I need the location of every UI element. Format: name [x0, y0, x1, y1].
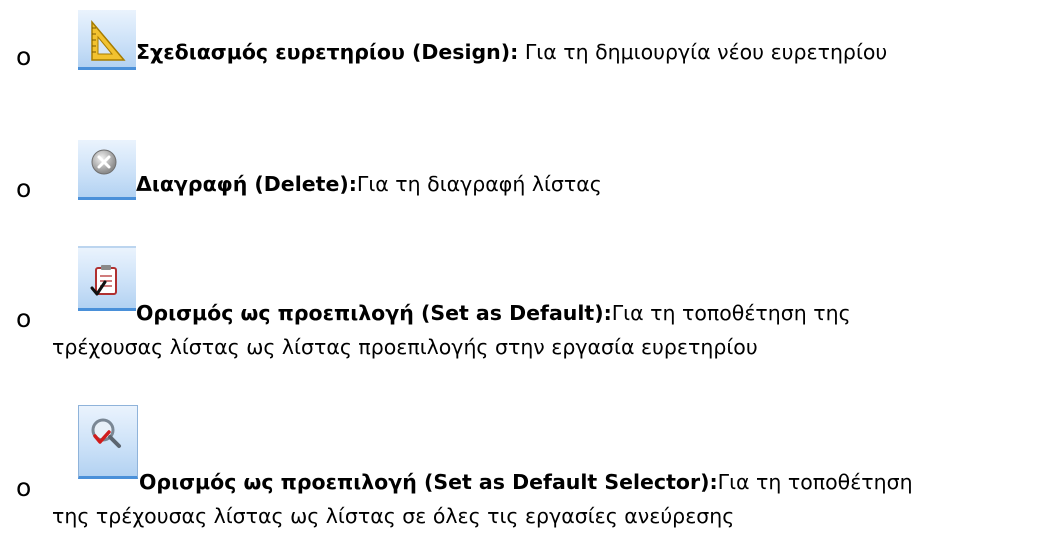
- item-title: Ορισμός ως προεπιλογή (Set as Default Se…: [139, 470, 718, 494]
- delete-circle-icon: [78, 140, 136, 200]
- item-title: Ορισμός ως προεπιλογή (Set as Default):: [136, 301, 612, 325]
- item-description: Για τη τοποθέτηση της: [611, 301, 851, 325]
- item-description: Για τη διαγραφή λίστας: [356, 172, 602, 196]
- bullet-marker: o: [16, 174, 32, 203]
- item-text: Σχεδιασμός ευρετηρίου (Design): Για τη δ…: [136, 36, 887, 68]
- bullet-marker: o: [16, 304, 32, 333]
- item-text: Ορισμός ως προεπιλογή (Set as Default):Γ…: [136, 297, 851, 329]
- item-text: Ορισμός ως προεπιλογή (Set as Default Se…: [139, 466, 913, 498]
- item-description: Για τη δημιουργία νέου ευρετηρίου: [518, 40, 888, 64]
- clipboard-check-icon: [78, 246, 136, 311]
- item-text-continuation: της τρέχουσας λίστας ως λίστας σε όλες τ…: [52, 504, 735, 528]
- ruler-triangle-icon: [78, 10, 136, 70]
- bullet-marker: o: [16, 42, 32, 71]
- item-text: Διαγραφή (Delete):Για τη διαγραφή λίστας: [136, 168, 602, 200]
- item-title: Διαγραφή (Delete):: [136, 172, 357, 196]
- item-description: Για τη τοποθέτηση: [717, 470, 913, 494]
- item-text-continuation: τρέχουσας λίστας ως λίστας προεπιλογής σ…: [52, 335, 758, 359]
- magnifier-check-icon: [78, 405, 138, 479]
- bullet-marker: o: [16, 473, 32, 502]
- item-title: Σχεδιασμός ευρετηρίου (Design):: [136, 40, 519, 64]
